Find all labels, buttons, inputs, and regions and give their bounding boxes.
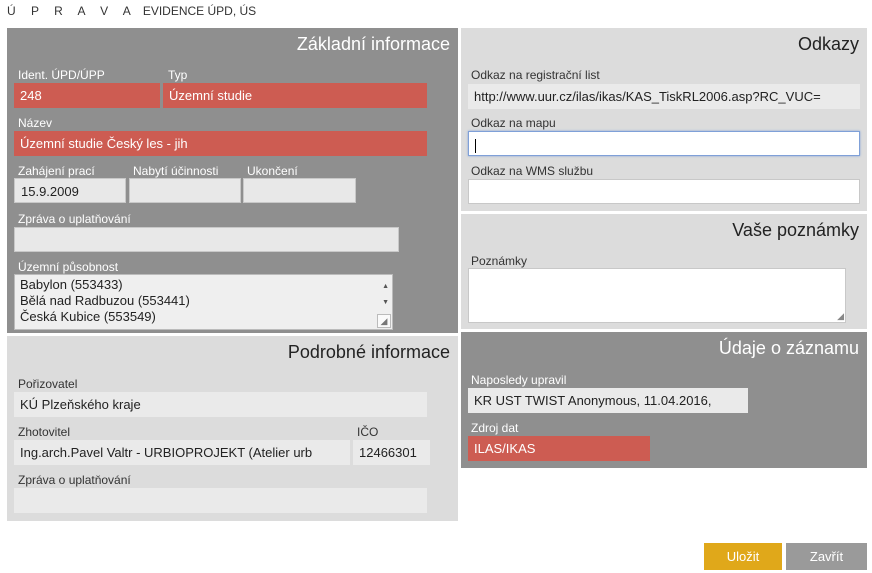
page-header-mode: Ú P R A V A: [7, 4, 137, 18]
end-label: Ukončení: [247, 164, 298, 178]
notes-textarea[interactable]: ◢: [468, 268, 846, 323]
maker-field[interactable]: Ing.arch.Pavel Valtr - URBIOPROJEKT (Ate…: [14, 440, 350, 465]
record-panel: Údaje o záznamu Naposledy upravil KR UST…: [461, 332, 867, 468]
type-label: Typ: [168, 68, 188, 82]
territory-label: Územní působnost: [18, 260, 119, 274]
effective-label: Nabytí účinnosti: [133, 164, 219, 178]
notes-label: Poznámky: [471, 254, 528, 268]
page-header: Ú P R A V A EVIDENCE ÚPD, ÚS: [7, 4, 256, 18]
acquirer-label: Pořizovatel: [18, 377, 78, 391]
reg-link-label: Odkaz na registrační list: [471, 68, 600, 82]
type-field[interactable]: Územní studie: [163, 83, 427, 108]
save-button[interactable]: Uložit: [704, 543, 782, 570]
links-panel: Odkazy Odkaz na registrační list http://…: [461, 28, 867, 211]
links-title: Odkazy: [797, 34, 859, 54]
basic-info-panel: Základní informace Ident. ÚPD/ÚPP 248 Ty…: [7, 28, 458, 333]
ident-field[interactable]: 248: [14, 83, 160, 108]
end-date-field[interactable]: [243, 178, 356, 203]
page-header-title: EVIDENCE ÚPD, ÚS: [142, 4, 257, 18]
record-title: Údaje o záznamu: [718, 338, 859, 358]
detail-report-field[interactable]: [14, 488, 427, 513]
acquirer-field[interactable]: KÚ Plzeňského kraje: [14, 392, 427, 417]
map-link-input[interactable]: [468, 131, 860, 156]
reg-link-field[interactable]: http://www.uur.cz/ilas/ikas/KAS_TiskRL20…: [468, 84, 860, 109]
territory-item[interactable]: Česká Kubice (553549): [20, 309, 387, 325]
start-date-field[interactable]: 15.9.2009: [14, 178, 126, 203]
detail-info-panel: Podrobné informace Pořizovatel KÚ Plzeňs…: [7, 336, 458, 521]
resize-grip-icon[interactable]: ◢: [377, 314, 391, 328]
wms-link-input[interactable]: [468, 179, 860, 204]
effective-date-field[interactable]: [129, 178, 241, 203]
basic-info-title: Základní informace: [296, 34, 450, 54]
close-button[interactable]: Zavřít: [786, 543, 867, 570]
report-label: Zpráva o uplatňování: [18, 212, 131, 226]
territory-listbox[interactable]: Babylon (553433) Bělá nad Radbuzou (5534…: [14, 274, 393, 330]
ico-label: IČO: [357, 425, 379, 439]
detail-info-title: Podrobné informace: [287, 342, 450, 362]
territory-item[interactable]: Babylon (553433): [20, 277, 387, 293]
start-label: Zahájení prací: [18, 164, 95, 178]
detail-report-label: Zpráva o uplatňování: [18, 473, 131, 487]
source-label: Zdroj dat: [471, 421, 519, 435]
wms-link-label: Odkaz na WMS službu: [471, 164, 594, 178]
resize-grip-icon[interactable]: ◢: [837, 311, 844, 322]
source-field[interactable]: ILAS/IKAS: [468, 436, 650, 461]
scroll-down-icon[interactable]: ▼: [382, 295, 389, 311]
text-caret: [475, 138, 476, 153]
report-field[interactable]: [14, 227, 399, 252]
scroll-up-icon[interactable]: ▲: [382, 279, 389, 295]
ident-label: Ident. ÚPD/ÚPP: [18, 68, 105, 82]
territory-item[interactable]: Bělá nad Radbuzou (553441): [20, 293, 387, 309]
ico-field[interactable]: 12466301: [353, 440, 430, 465]
updated-label: Naposledy upravil: [471, 373, 567, 387]
name-field[interactable]: Územní studie Český les - jih: [14, 131, 427, 156]
map-link-label: Odkaz na mapu: [471, 116, 556, 130]
notes-title: Vaše poznámky: [732, 220, 859, 240]
notes-panel: Vaše poznámky Poznámky ◢: [461, 214, 867, 329]
updated-field[interactable]: KR UST TWIST Anonymous, 11.04.2016,: [468, 388, 748, 413]
maker-label: Zhotovitel: [18, 425, 71, 439]
name-label: Název: [18, 116, 53, 130]
